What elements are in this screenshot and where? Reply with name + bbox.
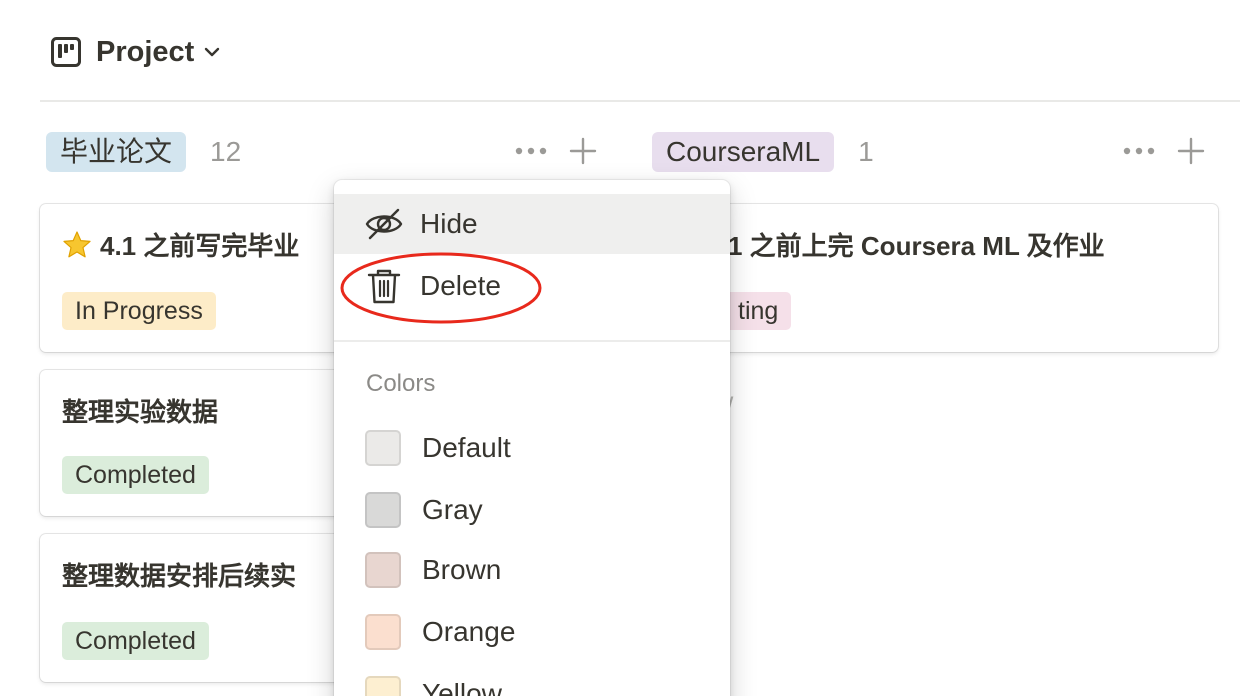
trash-icon [367, 269, 401, 304]
group-tag[interactable]: 毕业论文 [46, 132, 187, 172]
color-label: Yellow [422, 678, 502, 696]
color-swatch [365, 676, 401, 696]
group-actions [514, 134, 600, 168]
header-divider [40, 100, 1240, 102]
eye-off-icon [365, 208, 403, 240]
group-actions [1122, 134, 1208, 168]
color-option-gray[interactable]: Gray [334, 480, 730, 540]
more-options-button[interactable] [1122, 134, 1156, 168]
group-header: 毕业论文 12 [46, 132, 241, 172]
color-label: Gray [422, 494, 483, 525]
colors-section-label: Colors [366, 370, 436, 397]
group-count: 1 [858, 136, 874, 167]
more-options-button[interactable] [514, 134, 548, 168]
status-badge: Completed [62, 622, 209, 660]
group-options-menu: Hide Delete Colors Default Gray Brown Or… [334, 180, 730, 696]
status-badge: Completed [62, 456, 209, 494]
add-card-button[interactable] [566, 134, 600, 168]
status-badge: In Progress [62, 292, 216, 330]
color-label: Brown [422, 554, 502, 585]
board-card[interactable]: 1 之前上完 Coursera ML 及作业 ting [646, 204, 1218, 352]
card-title-text: 1 之前上完 Coursera ML 及作业 [728, 231, 1105, 261]
group-header: CourseraML 1 [652, 132, 874, 172]
plus-icon [569, 137, 597, 165]
hide-menu-item[interactable]: Hide [334, 194, 730, 254]
card-title-text: 整理实验数据 [62, 397, 219, 427]
color-label: Orange [422, 616, 516, 647]
color-option-brown[interactable]: Brown [334, 540, 730, 600]
card-title-text: 整理数据安排后续实 [62, 561, 297, 591]
board-view: Project 毕业论文 12 CourseraML 1 4.1 之前写完毕业 … [0, 0, 1240, 696]
star-icon [63, 230, 91, 257]
add-card-button[interactable] [1174, 134, 1208, 168]
group-count: 12 [210, 136, 242, 167]
delete-menu-item[interactable]: Delete [334, 256, 730, 316]
card-title: 整理实验数据 [62, 392, 218, 429]
group-tag[interactable]: CourseraML [652, 132, 835, 172]
color-swatch [365, 492, 401, 528]
card-title: 整理数据安排后续实 [62, 556, 296, 593]
color-swatch [365, 552, 401, 588]
menu-item-label: Delete [420, 270, 501, 301]
color-option-default[interactable]: Default [334, 418, 730, 478]
menu-item-label: Hide [420, 208, 478, 239]
more-horizontal-icon [1123, 147, 1155, 155]
chevron-down-icon [205, 47, 220, 57]
color-option-orange[interactable]: Orange [334, 602, 730, 662]
more-horizontal-icon [515, 147, 547, 155]
card-title: 4.1 之前写完毕业 [62, 226, 299, 263]
menu-divider [334, 340, 730, 342]
card-title: 1 之前上完 Coursera ML 及作业 [728, 226, 1105, 263]
color-swatch [365, 614, 401, 650]
color-swatch [365, 430, 401, 466]
board-icon [51, 37, 81, 67]
color-option-yellow[interactable]: Yellow [334, 664, 730, 696]
plus-icon [1177, 137, 1205, 165]
view-switcher[interactable]: Project [50, 30, 222, 74]
view-title: Project [96, 35, 195, 68]
color-label: Default [422, 432, 511, 463]
card-title-text: 4.1 之前写完毕业 [100, 231, 300, 261]
